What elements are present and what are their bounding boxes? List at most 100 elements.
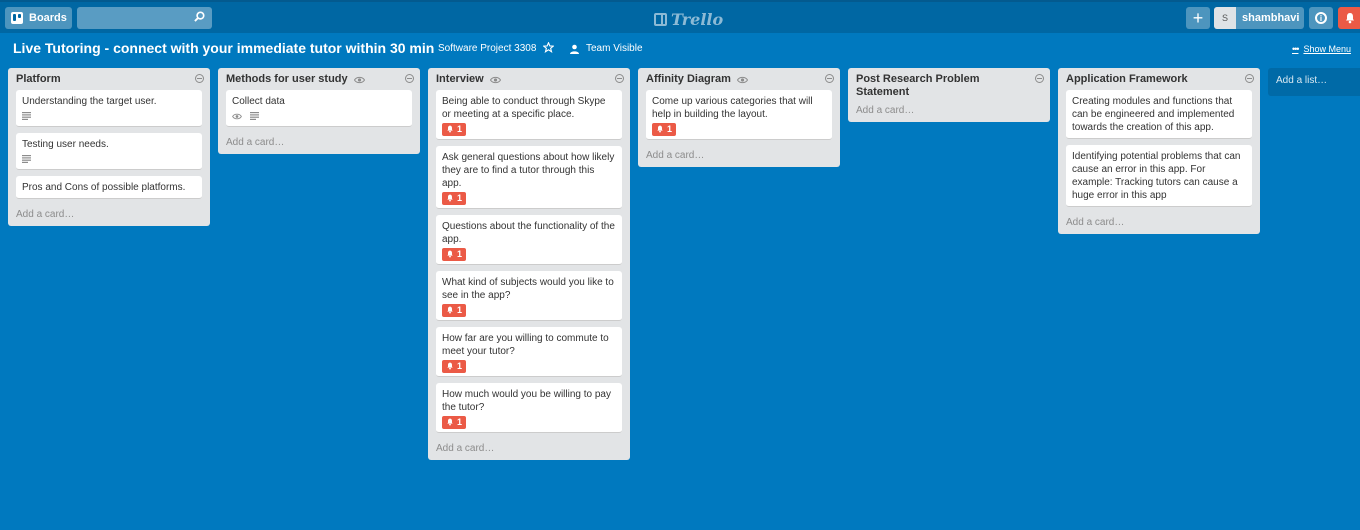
add-button[interactable]: + bbox=[1186, 7, 1210, 29]
notification-badge: 1 bbox=[442, 303, 467, 317]
card-badges bbox=[22, 153, 196, 165]
card-badges bbox=[232, 110, 406, 122]
bell-icon bbox=[447, 125, 453, 133]
notifications-button[interactable] bbox=[1338, 7, 1360, 29]
card-text: Pros and Cons of possible platforms. bbox=[22, 182, 186, 193]
card[interactable]: How much would you be willing to pay the… bbox=[436, 383, 622, 433]
list-title[interactable]: Interview bbox=[436, 73, 484, 86]
list-menu-icon[interactable] bbox=[825, 74, 834, 83]
list-header[interactable]: Methods for user study bbox=[226, 72, 414, 90]
list-title[interactable]: Post Research Problem Statement bbox=[856, 73, 1024, 99]
boards-label: Boards bbox=[29, 12, 67, 24]
add-card-link[interactable]: Add a card… bbox=[436, 439, 622, 454]
badge-count: 1 bbox=[457, 416, 463, 427]
add-card-link[interactable]: Add a card… bbox=[16, 205, 202, 220]
visibility-label: Team Visible bbox=[586, 43, 643, 54]
card[interactable]: Creating modules and functions that can … bbox=[1066, 90, 1252, 139]
top-header: Boards Trello + S shambhavi i bbox=[0, 0, 1360, 33]
notification-badge: 1 bbox=[442, 122, 467, 136]
trello-logo-icon bbox=[654, 12, 667, 26]
watch-icon bbox=[736, 76, 748, 84]
card[interactable]: Being able to conduct through Skype or m… bbox=[436, 90, 622, 140]
show-menu-link[interactable]: ••• Show Menu bbox=[1292, 44, 1351, 54]
list-menu-icon[interactable] bbox=[195, 74, 204, 83]
list-title[interactable]: Affinity Diagram bbox=[646, 73, 731, 86]
list-title[interactable]: Methods for user study bbox=[226, 73, 348, 86]
show-menu-label: Show Menu bbox=[1303, 44, 1351, 54]
list-platform[interactable]: Platform Understanding the target user. … bbox=[8, 68, 210, 226]
info-button[interactable]: i bbox=[1309, 7, 1333, 29]
add-list-button[interactable]: Add a list… bbox=[1268, 68, 1360, 96]
badge-count: 1 bbox=[457, 248, 463, 259]
card-text: Questions about the functionality of the… bbox=[442, 221, 615, 245]
list-methods-for-user-study[interactable]: Methods for user study Collect data Add … bbox=[218, 68, 420, 154]
add-card-link[interactable]: Add a card… bbox=[646, 146, 832, 161]
boards-button[interactable]: Boards bbox=[5, 7, 72, 29]
logo-text: Trello bbox=[671, 9, 724, 29]
avatar: S bbox=[1214, 7, 1236, 29]
card-badges bbox=[22, 110, 196, 122]
card-text: What kind of subjects would you like to … bbox=[442, 277, 614, 301]
description-icon bbox=[22, 155, 31, 163]
info-icon: i bbox=[1315, 12, 1327, 24]
card[interactable]: Collect data bbox=[226, 90, 412, 127]
card-text: Testing user needs. bbox=[22, 139, 109, 150]
list-menu-icon[interactable] bbox=[1035, 74, 1044, 83]
card[interactable]: How far are you willing to commute to me… bbox=[436, 327, 622, 377]
bell-icon bbox=[657, 125, 663, 133]
notification-badge: 1 bbox=[442, 415, 467, 429]
bell-icon bbox=[447, 418, 453, 426]
card[interactable]: Questions about the functionality of the… bbox=[436, 215, 622, 265]
card-text: Collect data bbox=[232, 96, 285, 107]
badge-count: 1 bbox=[457, 192, 463, 203]
bell-icon bbox=[447, 250, 453, 258]
card[interactable]: Come up various categories that will hel… bbox=[646, 90, 832, 140]
notification-badge: 1 bbox=[652, 122, 677, 136]
list-interview[interactable]: Interview Being able to conduct through … bbox=[428, 68, 630, 460]
card[interactable]: Ask general questions about how likely t… bbox=[436, 146, 622, 209]
card-text: How far are you willing to commute to me… bbox=[442, 333, 609, 357]
more-icon: ••• bbox=[1292, 44, 1300, 54]
list-menu-icon[interactable] bbox=[615, 74, 624, 83]
bell-icon bbox=[447, 362, 453, 370]
list-header[interactable]: Interview bbox=[436, 72, 624, 90]
list-header[interactable]: Application Framework bbox=[1066, 72, 1254, 90]
description-icon bbox=[22, 112, 31, 120]
visibility-button[interactable]: Team Visible bbox=[569, 43, 643, 54]
add-card-link[interactable]: Add a card… bbox=[856, 103, 1042, 116]
star-icon[interactable] bbox=[543, 42, 554, 53]
member-menu-button[interactable]: S shambhavi bbox=[1214, 7, 1304, 29]
card[interactable]: Pros and Cons of possible platforms. bbox=[16, 176, 202, 199]
watch-icon bbox=[353, 76, 365, 84]
search-input[interactable] bbox=[77, 7, 212, 29]
search-icon[interactable] bbox=[194, 11, 205, 22]
team-icon bbox=[570, 44, 579, 54]
description-icon bbox=[250, 112, 259, 120]
notification-badge: 1 bbox=[442, 359, 467, 373]
badge-count: 1 bbox=[667, 123, 673, 134]
card-text: Come up various categories that will hel… bbox=[652, 96, 813, 120]
add-card-link[interactable]: Add a card… bbox=[1066, 213, 1252, 228]
list-title[interactable]: Platform bbox=[16, 73, 61, 86]
list-menu-icon[interactable] bbox=[1245, 74, 1254, 83]
bell-icon bbox=[1346, 13, 1354, 24]
card[interactable]: Testing user needs. bbox=[16, 133, 202, 170]
board-title[interactable]: Live Tutoring - connect with your immedi… bbox=[13, 40, 434, 56]
list-post-research-problem-statement[interactable]: Post Research Problem Statement Add a ca… bbox=[848, 68, 1050, 122]
board-project-link[interactable]: Software Project 3308 bbox=[438, 43, 536, 54]
list-affinity-diagram[interactable]: Affinity Diagram Come up various categor… bbox=[638, 68, 840, 167]
trello-logo[interactable]: Trello bbox=[654, 9, 723, 29]
list-application-framework[interactable]: Application Framework Creating modules a… bbox=[1058, 68, 1260, 234]
list-header[interactable]: Platform bbox=[16, 72, 204, 90]
list-header[interactable]: Post Research Problem Statement bbox=[856, 72, 1044, 103]
add-card-link[interactable]: Add a card… bbox=[226, 133, 412, 148]
list-title[interactable]: Application Framework bbox=[1066, 73, 1188, 86]
notification-badge: 1 bbox=[442, 191, 467, 205]
badge-count: 1 bbox=[457, 304, 463, 315]
list-menu-icon[interactable] bbox=[405, 74, 414, 83]
list-header[interactable]: Affinity Diagram bbox=[646, 72, 834, 90]
card[interactable]: Understanding the target user. bbox=[16, 90, 202, 127]
card-text: Ask general questions about how likely t… bbox=[442, 152, 615, 189]
card[interactable]: What kind of subjects would you like to … bbox=[436, 271, 622, 321]
card[interactable]: Identifying potential problems that can … bbox=[1066, 145, 1252, 207]
